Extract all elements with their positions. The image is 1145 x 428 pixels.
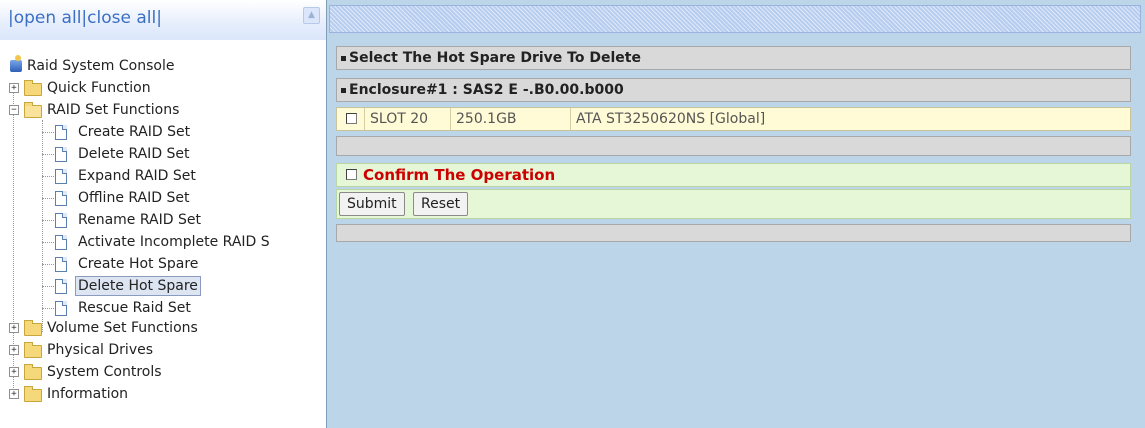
- tree-item-raid-set-functions[interactable]: − RAID Set Functions: [8, 100, 308, 120]
- page-icon: [55, 279, 67, 294]
- page-icon: [55, 235, 67, 250]
- console-icon: [10, 55, 22, 72]
- tree-item-activate-incomplete-raid-set[interactable]: Activate Incomplete RAID S: [36, 232, 326, 252]
- tree-item-label: RAID Set Functions: [47, 102, 180, 118]
- page-icon: [55, 125, 67, 140]
- section-title: Select The Hot Spare Drive To Delete: [349, 50, 641, 66]
- enclosure-title-row: Enclosure#1 : SAS2 E -.B0.00.b000: [336, 78, 1131, 102]
- branch-line: [42, 242, 54, 243]
- folder-icon: [24, 386, 42, 402]
- branch-line: [42, 176, 54, 177]
- footer-row: [336, 224, 1131, 242]
- hot-spare-checkbox[interactable]: [346, 113, 357, 124]
- tree-item-label: Create Hot Spare: [78, 256, 199, 272]
- tree-item-label: Physical Drives: [47, 342, 154, 358]
- page-icon: [55, 147, 67, 162]
- tree-item-label: Information: [47, 386, 129, 402]
- tree-item-label: Volume Set Functions: [47, 320, 198, 336]
- branch-line: [42, 154, 54, 155]
- open-all-link[interactable]: |open all: [8, 8, 81, 28]
- content-header-strip: [329, 5, 1141, 33]
- page-icon: [55, 213, 67, 228]
- expand-icon[interactable]: +: [9, 367, 19, 377]
- tree-item-system-controls[interactable]: + System Controls: [8, 362, 308, 382]
- expand-icon[interactable]: +: [9, 345, 19, 355]
- reset-button[interactable]: Reset: [413, 192, 469, 216]
- page-icon: [55, 169, 67, 184]
- tree-item-label: Expand RAID Set: [78, 168, 196, 184]
- page-icon: [55, 191, 67, 206]
- tree-item-delete-raid-set[interactable]: Delete RAID Set: [36, 144, 316, 164]
- tree-item-label: Delete RAID Set: [78, 146, 190, 162]
- branch-line: [42, 198, 54, 199]
- page-icon: [55, 257, 67, 272]
- expand-icon[interactable]: +: [9, 323, 19, 333]
- folder-icon: [24, 342, 42, 358]
- page-icon: [55, 301, 67, 316]
- capacity-cell: 250.1GB: [451, 108, 571, 130]
- branch-line: [42, 308, 54, 309]
- folder-icon: [24, 80, 42, 96]
- bullet-icon: [341, 55, 346, 61]
- tree-item-volume-set-functions[interactable]: + Volume Set Functions: [8, 318, 308, 338]
- scroll-up-arrow-icon[interactable]: ▲: [303, 7, 320, 24]
- branch-line: [42, 220, 54, 221]
- tree-item-label: Rescue Raid Set: [78, 300, 191, 316]
- tree-root-label: Raid System Console: [27, 58, 175, 74]
- confirm-checkbox[interactable]: [346, 169, 357, 180]
- tree-item-label: Activate Incomplete RAID S: [78, 234, 270, 250]
- branch-line: [42, 286, 54, 287]
- slot-cell: SLOT 20: [365, 108, 451, 130]
- tree-item-label: Quick Function: [47, 80, 151, 96]
- open-folder-icon: [24, 102, 42, 118]
- tree-item-offline-raid-set[interactable]: Offline RAID Set: [36, 188, 316, 208]
- tree-item-label-selected: Delete Hot Spare: [75, 276, 201, 296]
- tree-header: |open all|close all| ▲: [0, 0, 326, 40]
- bullet-icon: [341, 87, 346, 93]
- tree-item-rename-raid-set[interactable]: Rename RAID Set: [36, 210, 316, 230]
- tree-item-rescue-raid-set[interactable]: Rescue Raid Set: [36, 298, 316, 318]
- branch-line: [42, 132, 54, 133]
- collapse-icon[interactable]: −: [9, 105, 19, 115]
- navigation-frame: |open all|close all| ▲ Raid System Conso…: [0, 0, 327, 428]
- button-row: Submit Reset: [336, 189, 1131, 219]
- tree-item-delete-hot-spare[interactable]: Delete Hot Spare: [36, 276, 316, 296]
- tree-item-label: Rename RAID Set: [78, 212, 201, 228]
- branch-line: [42, 264, 54, 265]
- folder-icon: [24, 364, 42, 380]
- section-title-row: Select The Hot Spare Drive To Delete: [336, 46, 1131, 70]
- folder-icon: [24, 320, 42, 336]
- model-cell: ATA ST3250620NS [Global]: [576, 111, 766, 127]
- spacer-row: [336, 136, 1131, 156]
- submit-button[interactable]: Submit: [339, 192, 405, 216]
- hot-spare-row: SLOT 20 250.1GB ATA ST3250620NS [Global]: [336, 107, 1131, 131]
- tree-item-create-hot-spare[interactable]: Create Hot Spare: [36, 254, 316, 274]
- tree-item-expand-raid-set[interactable]: Expand RAID Set: [36, 166, 316, 186]
- expand-icon[interactable]: +: [9, 83, 19, 93]
- tree-item-label: System Controls: [47, 364, 162, 380]
- tree-item-physical-drives[interactable]: + Physical Drives: [8, 340, 308, 360]
- tree-item-label: Create RAID Set: [78, 124, 191, 140]
- tree-item-quick-function[interactable]: + Quick Function: [8, 78, 308, 98]
- tree-item-information[interactable]: + Information: [8, 384, 308, 404]
- content-frame: Select The Hot Spare Drive To Delete Enc…: [327, 0, 1145, 428]
- confirm-label: Confirm The Operation: [363, 166, 556, 184]
- close-all-link[interactable]: |close all|: [81, 8, 162, 28]
- expand-icon[interactable]: +: [9, 389, 19, 399]
- select-cell: [337, 108, 365, 130]
- tree-item-label: Offline RAID Set: [78, 190, 190, 206]
- enclosure-title: Enclosure#1 : SAS2 E -.B0.00.b000: [349, 82, 624, 98]
- tree-item-create-raid-set[interactable]: Create RAID Set: [36, 122, 316, 142]
- confirm-row: Confirm The Operation: [336, 163, 1131, 187]
